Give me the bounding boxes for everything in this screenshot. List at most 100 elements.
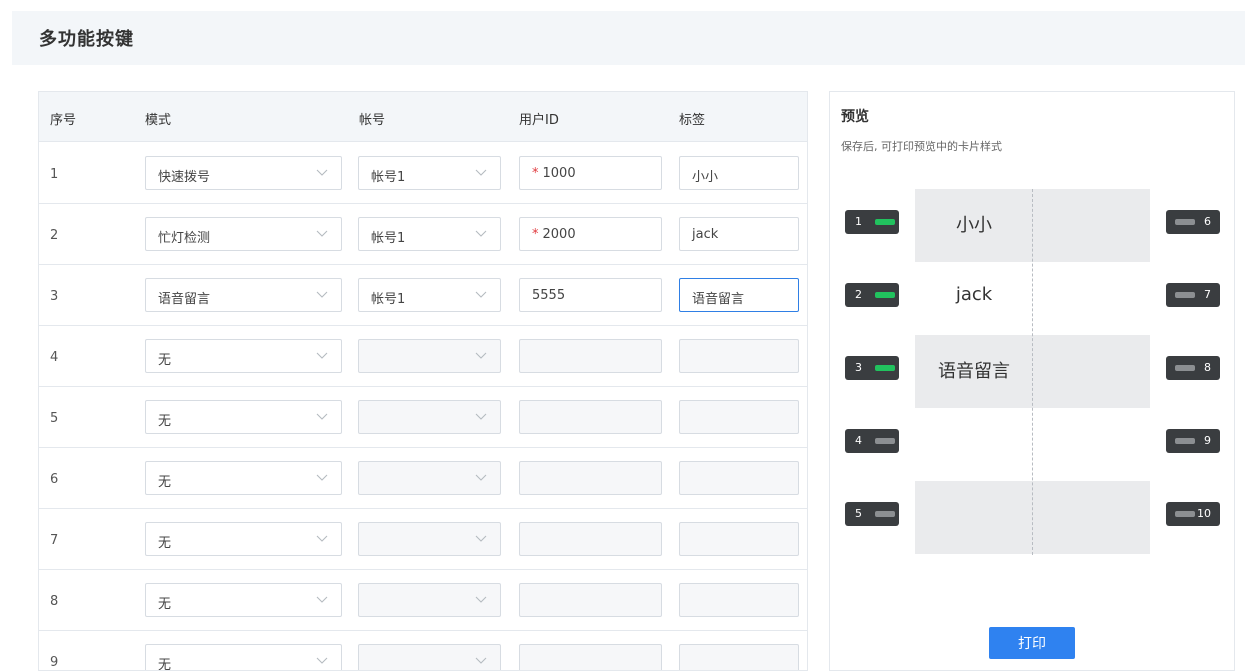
mode-select[interactable]: 忙灯检测 [145, 217, 342, 251]
mode-select[interactable]: 无 [145, 644, 342, 671]
table-row: 4无 [39, 326, 807, 387]
label-field[interactable] [679, 644, 799, 670]
chevron-down-icon [475, 169, 487, 176]
row-index: 1 [50, 167, 59, 182]
user-id-field[interactable] [519, 644, 662, 670]
line-key-7: 7 [1166, 283, 1220, 307]
account-select[interactable] [358, 400, 501, 434]
account-select[interactable]: 帐号1 [358, 156, 501, 190]
line-key-1: 1 [845, 210, 899, 234]
chevron-down-icon [475, 657, 487, 664]
user-id-field[interactable] [519, 583, 662, 617]
table-row: 9无 [39, 631, 807, 671]
table-row: 1 快速拨号 帐号1 * 1000 小小 [39, 143, 807, 204]
card-label: 小小 [956, 215, 992, 236]
mode-select[interactable]: 快速拨号 [145, 156, 342, 190]
page-title: 多功能按键 [39, 29, 134, 50]
mode-select[interactable]: 无 [145, 461, 342, 495]
label-field[interactable]: 小小 [679, 156, 799, 190]
print-button[interactable]: 打印 [989, 627, 1075, 659]
mode-select[interactable]: 无 [145, 583, 342, 617]
column-header-index: 序号 [50, 113, 77, 128]
mode-select[interactable]: 无 [145, 522, 342, 556]
label-value: 语音留言 [692, 292, 745, 307]
label-value: 小小 [692, 170, 719, 185]
user-id-field[interactable] [519, 522, 662, 556]
key-number: 7 [1204, 288, 1211, 301]
user-id-field[interactable]: * 2000 [519, 217, 662, 251]
led-indicator-icon [875, 511, 895, 517]
column-header-user-id: 用户ID [519, 113, 559, 128]
key-number: 6 [1204, 215, 1211, 228]
mode-select[interactable]: 语音留言 [145, 278, 342, 312]
row-index: 8 [50, 594, 59, 609]
led-indicator-icon [875, 438, 895, 444]
user-id-field[interactable] [519, 461, 662, 495]
card-label: jack [955, 284, 993, 305]
mode-value: 无 [158, 536, 172, 551]
card-divider [1032, 189, 1033, 555]
mode-value: 忙灯检测 [158, 231, 211, 246]
chevron-down-icon [475, 352, 487, 359]
chevron-down-icon [475, 474, 487, 481]
label-field[interactable] [679, 583, 799, 617]
label-field[interactable]: jack [679, 217, 799, 251]
account-select[interactable] [358, 522, 501, 556]
mode-select[interactable]: 无 [145, 339, 342, 373]
line-key-5: 5 [845, 502, 899, 526]
chevron-down-icon [475, 291, 487, 298]
card-label: 语音留言 [938, 361, 1010, 382]
led-indicator-icon [1175, 365, 1195, 371]
label-field[interactable] [679, 339, 799, 373]
key-number: 9 [1204, 434, 1211, 447]
user-id-value: 2000 [542, 227, 576, 242]
led-indicator-icon [1175, 219, 1195, 225]
column-header-mode: 模式 [145, 113, 172, 128]
chevron-down-icon [316, 474, 328, 481]
chevron-down-icon [316, 169, 328, 176]
account-select[interactable]: 帐号1 [358, 278, 501, 312]
chevron-down-icon [316, 352, 328, 359]
user-id-field[interactable] [519, 339, 662, 373]
preview-title: 预览 [841, 109, 869, 125]
row-index: 6 [50, 472, 59, 487]
mode-value: 语音留言 [158, 292, 211, 307]
label-field[interactable] [679, 522, 799, 556]
account-select[interactable] [358, 461, 501, 495]
chevron-down-icon [475, 413, 487, 420]
table-row: 5无 [39, 387, 807, 448]
user-id-field[interactable] [519, 400, 662, 434]
mode-value: 无 [158, 353, 172, 368]
chevron-down-icon [475, 596, 487, 603]
line-key-2: 2 [845, 283, 899, 307]
table-row: 8无 [39, 570, 807, 631]
account-select[interactable] [358, 644, 501, 670]
label-value: jack [692, 227, 719, 242]
page-header: 多功能按键 [12, 11, 1245, 65]
mode-select[interactable]: 无 [145, 400, 342, 434]
account-value: 帐号1 [371, 170, 406, 185]
line-key-3: 3 [845, 356, 899, 380]
mode-value: 无 [158, 658, 172, 671]
user-id-field[interactable]: 5555 [519, 278, 662, 312]
key-number: 5 [855, 507, 862, 520]
line-key-4: 4 [845, 429, 899, 453]
account-select[interactable] [358, 583, 501, 617]
table-row: 2 忙灯检测 帐号1 * 2000 jack [39, 204, 807, 265]
line-key-6: 6 [1166, 210, 1220, 234]
key-number: 3 [855, 361, 862, 374]
user-id-field[interactable]: * 1000 [519, 156, 662, 190]
key-number: 8 [1204, 361, 1211, 374]
key-number: 4 [855, 434, 862, 447]
label-field[interactable]: 语音留言 [679, 278, 799, 312]
key-number: 10 [1197, 507, 1211, 520]
preview-subtitle: 保存后, 可打印预览中的卡片样式 [841, 140, 1002, 153]
account-select[interactable] [358, 339, 501, 373]
column-header-account: 帐号 [359, 113, 386, 128]
account-select[interactable]: 帐号1 [358, 217, 501, 251]
mode-value: 无 [158, 597, 172, 612]
chevron-down-icon [475, 535, 487, 542]
led-indicator-icon [875, 292, 895, 298]
label-field[interactable] [679, 400, 799, 434]
label-field[interactable] [679, 461, 799, 495]
